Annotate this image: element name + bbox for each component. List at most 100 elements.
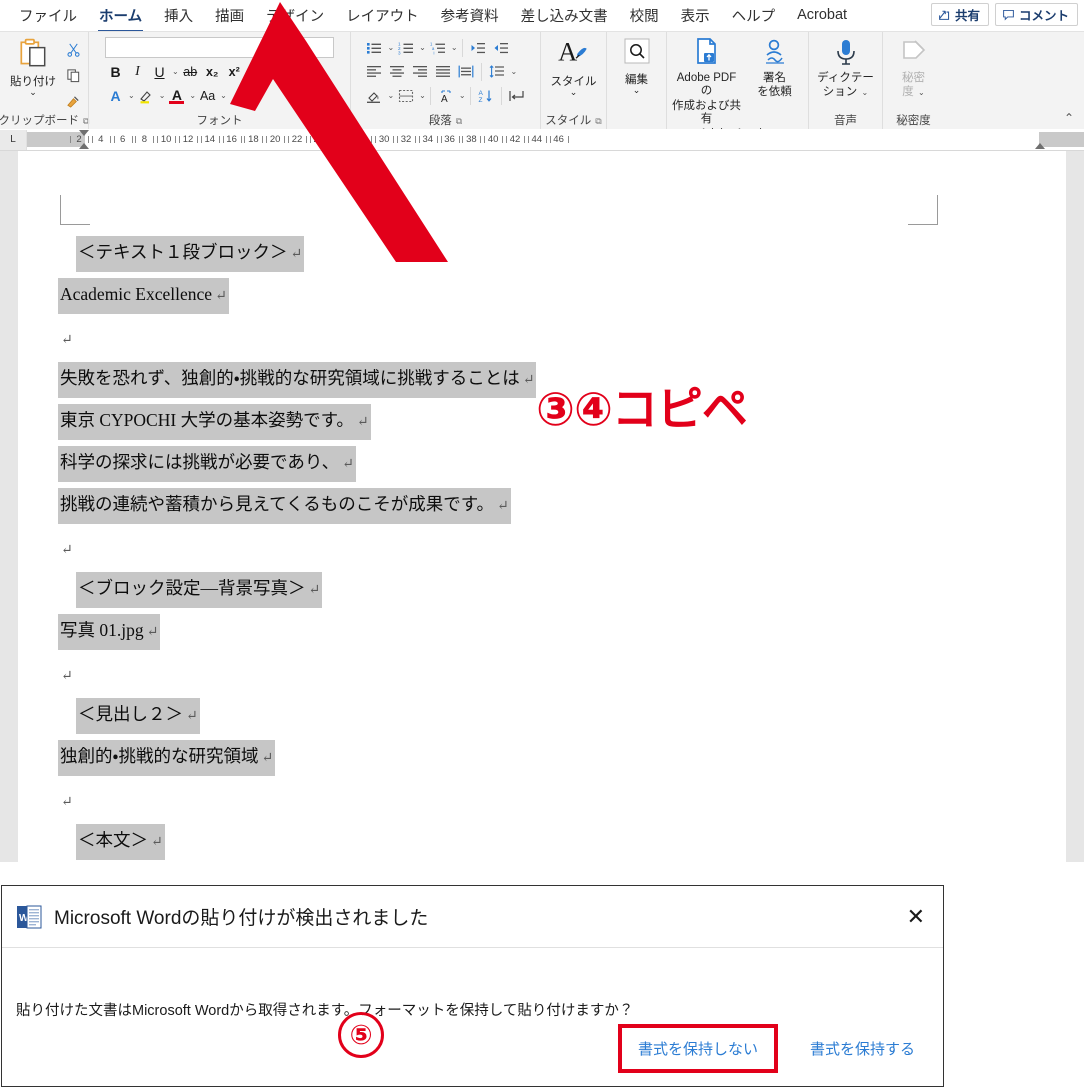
tab-review[interactable]: 校閲 (619, 2, 670, 30)
paste-detected-dialog[interactable]: W Microsoft Wordの貼り付けが検出されました ✕ 貼り付けた文書は… (1, 885, 944, 1087)
tab-insert[interactable]: 挿入 (153, 2, 204, 30)
underline-button[interactable]: U (149, 61, 170, 82)
document-line[interactable]: ↵ (58, 779, 1056, 821)
cut-button[interactable] (62, 39, 84, 60)
right-indent-marker[interactable] (1035, 142, 1045, 149)
tab-acrobat[interactable]: Acrobat (786, 4, 858, 27)
shading-button[interactable] (363, 85, 385, 106)
sort-button[interactable]: AZ (475, 85, 497, 106)
chevron-down-icon[interactable]: ⌄ (918, 88, 925, 97)
tab-help[interactable]: ヘルプ (721, 2, 787, 30)
ruler-track[interactable]: 2 4 6 8 10 12 14 16 18 20 22 24 26 28 30 32 34 36 38 40 42 44… (27, 129, 1084, 150)
tab-mailings[interactable]: 差し込み文書 (510, 2, 619, 30)
chevron-down-icon[interactable]: ⌄ (29, 88, 37, 97)
document-page[interactable]: ＜テキスト１段ブロック＞ ↵ Academic Excellence ↵ ↵ 失敗を恐れず… (18, 151, 1066, 862)
distribute-button[interactable] (455, 61, 477, 82)
chevron-down-icon[interactable]: ⌄ (570, 88, 578, 97)
dictate-button[interactable]: ディクテー ション ⌄ (813, 35, 879, 100)
chevron-down-icon[interactable]: ⌄ (220, 91, 227, 100)
font-color-button[interactable]: A (166, 85, 187, 106)
phonetic-guide-button[interactable]: A (435, 85, 457, 106)
document-text-lines[interactable]: ＜テキスト１段ブロック＞ ↵ Academic Excellence ↵ ↵ 失敗を恐れず… (58, 233, 1056, 862)
share-button[interactable]: 共有 (930, 3, 989, 26)
justify-button[interactable] (432, 61, 454, 82)
chevron-down-icon[interactable]: ⌄ (862, 88, 869, 97)
show-marks-button[interactable] (506, 85, 528, 106)
document-line[interactable]: ↵ (58, 527, 1056, 569)
tab-home[interactable]: ホーム (88, 2, 153, 33)
document-canvas[interactable]: ＜テキスト１段ブロック＞ ↵ Academic Excellence ↵ ↵ 失敗を恐れず… (0, 151, 1084, 862)
paste-button[interactable]: 貼り付け ⌄ (4, 35, 62, 97)
document-line[interactable]: ＜見出し２＞ ↵ (58, 695, 1056, 737)
document-line[interactable]: ↵ (58, 653, 1056, 695)
sensitivity-button[interactable]: 秘密 度 ⌄ (887, 35, 941, 100)
keep-text-only-button[interactable]: 書式を保持しない (617, 1024, 778, 1073)
superscript-button[interactable]: x² (224, 61, 245, 82)
chevron-down-icon[interactable]: ⌄ (510, 67, 517, 76)
increase-indent-button[interactable] (490, 37, 512, 58)
document-line[interactable]: ↵ (58, 317, 1056, 359)
chevron-down-icon[interactable]: ⌄ (419, 43, 426, 52)
line-spacing-button[interactable] (486, 61, 508, 82)
document-line[interactable]: Academic Excellence ↵ (58, 275, 1056, 317)
tab-design[interactable]: デザイン (255, 2, 335, 30)
copy-button[interactable] (62, 65, 84, 86)
tab-layout[interactable]: レイアウト (335, 2, 430, 30)
chevron-down-icon[interactable]: ⌄ (387, 43, 394, 52)
document-line[interactable]: ＜本文＞ ↵ (58, 821, 1056, 862)
hanging-indent-marker[interactable] (79, 142, 89, 149)
align-center-button[interactable] (386, 61, 408, 82)
comment-button[interactable]: コメント (994, 3, 1078, 26)
font-size-combobox[interactable] (280, 37, 334, 58)
chevron-down-icon[interactable]: ⌄ (172, 67, 179, 76)
tab-view[interactable]: 表示 (670, 2, 721, 30)
styles-dialog-launcher-icon[interactable]: ⧉ (595, 113, 601, 130)
paragraph-dialog-launcher-icon[interactable]: ⧉ (456, 113, 462, 130)
document-line[interactable]: 独創的・挑戦的な研究領域 ↵ (58, 737, 1056, 779)
font-name-combobox[interactable]: ⌄ (105, 37, 271, 58)
decrease-indent-button[interactable] (467, 37, 489, 58)
text-effects-button[interactable]: A (105, 85, 126, 106)
tab-stop-selector[interactable]: L (0, 129, 27, 150)
first-line-indent-marker[interactable] (79, 129, 89, 136)
change-case-button[interactable]: Aa (197, 85, 218, 106)
tab-file[interactable]: ファイル (8, 2, 88, 30)
styles-button[interactable]: A スタイル ⌄ (545, 35, 603, 97)
chevron-down-icon[interactable]: ⌄ (189, 91, 196, 100)
paragraph-mark-icon: ↵ (146, 625, 159, 640)
bold-button[interactable]: B (105, 61, 126, 82)
chevron-down-icon[interactable]: ⌄ (387, 91, 394, 100)
align-right-button[interactable] (409, 61, 431, 82)
chevron-down-icon[interactable]: ⌄ (128, 91, 135, 100)
document-line[interactable]: 挑戦の連続や蓄積から見えてくるものこそが成果です。 ↵ (58, 485, 1056, 527)
keep-formatting-button[interactable]: 書式を保持する (790, 1026, 935, 1071)
document-line[interactable]: 写真 01.jpg ↵ (58, 611, 1056, 653)
document-line[interactable]: 科学の探求には挑戦が必要であり、 ↵ (58, 443, 1056, 485)
chevron-down-icon[interactable]: ⌄ (259, 43, 266, 52)
italic-button[interactable]: I (127, 61, 148, 82)
collapse-ribbon-icon[interactable]: ⌃ (1064, 111, 1074, 125)
document-line[interactable]: ＜テキスト１段ブロック＞ ↵ (58, 233, 1056, 275)
subscript-button[interactable]: x₂ (202, 61, 223, 82)
strikethrough-button[interactable]: ab (180, 61, 201, 82)
ruler[interactable]: L 2 4 6 8 10 12 14 16 18 20 22 24 26 28 30 32 34 36 38 40 42… (0, 129, 1084, 151)
chevron-down-icon[interactable]: ⌄ (419, 91, 426, 100)
borders-button[interactable] (395, 85, 417, 106)
request-signature-button[interactable]: 署名 を依頼 (746, 35, 804, 100)
align-left-button[interactable] (363, 61, 385, 82)
close-icon[interactable]: ✕ (907, 905, 925, 928)
multilevel-list-button[interactable]: 1ai (427, 37, 449, 58)
chevron-down-icon[interactable]: ⌄ (459, 91, 466, 100)
create-share-pdf-button[interactable]: Adobe PDF の 作成および共有 (672, 35, 742, 126)
tab-draw[interactable]: 描画 (204, 2, 255, 30)
tab-references[interactable]: 参考資料 (430, 2, 510, 30)
bullets-button[interactable] (363, 37, 385, 58)
chevron-down-icon[interactable]: ⌄ (451, 43, 458, 52)
text-highlight-button[interactable] (136, 85, 157, 106)
format-painter-button[interactable] (62, 91, 84, 112)
editing-button[interactable]: 編集 ⌄ (608, 35, 666, 95)
chevron-down-icon[interactable]: ⌄ (633, 86, 641, 95)
chevron-down-icon[interactable]: ⌄ (159, 91, 166, 100)
numbering-button[interactable]: 123 (395, 37, 417, 58)
document-line[interactable]: ＜ブロック設定―背景写真＞ ↵ (58, 569, 1056, 611)
